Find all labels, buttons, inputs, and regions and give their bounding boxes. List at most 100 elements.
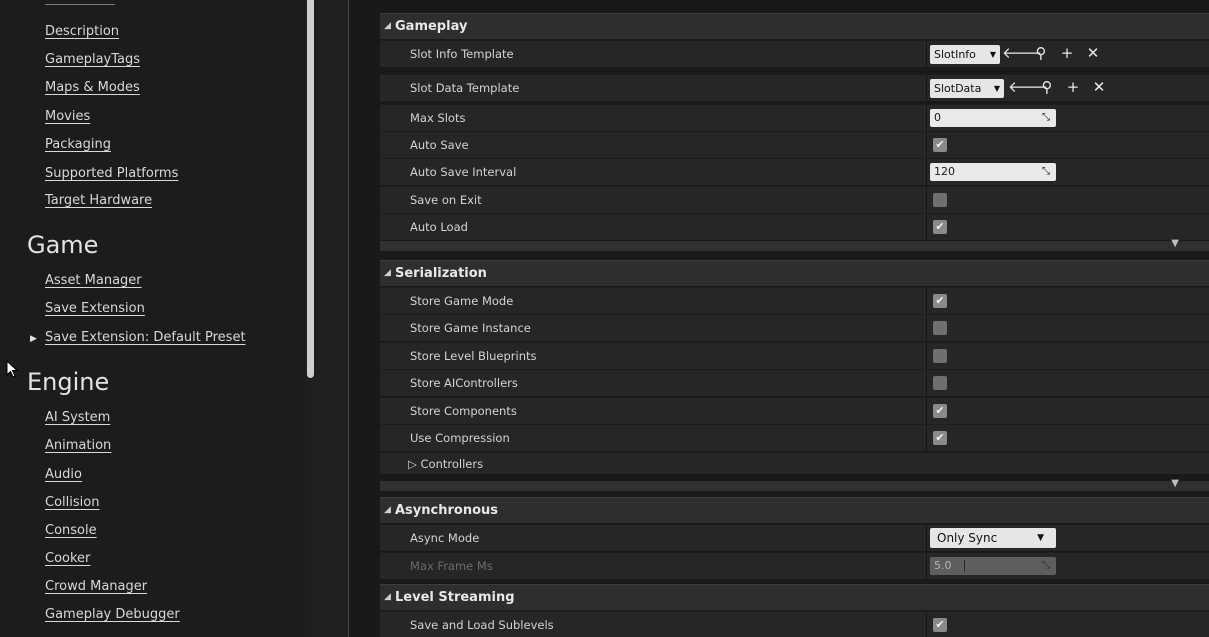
sidebar-item-ai-system[interactable]: AI System [45, 410, 110, 425]
sidebar-item-console[interactable]: Console [45, 523, 97, 538]
column-splitter[interactable] [926, 525, 927, 552]
number-value: 120 [934, 165, 955, 178]
property-row-max-slots: Max Slots 0 ⤡ [380, 104, 1209, 132]
max-slots-input[interactable]: 0 ⤡ [930, 109, 1056, 127]
sidebar-scrollbar-thumb[interactable] [307, 0, 314, 378]
property-label: Slot Data Template [410, 81, 520, 95]
property-label: Max Slots [410, 111, 466, 125]
asset-tools-slot-data: 🡐⚲ + ✕ [1008, 77, 1112, 96]
sidebar-item-collision[interactable]: Collision [45, 495, 99, 510]
sidebar-item-gameplaytags[interactable]: GameplayTags [45, 52, 140, 67]
column-splitter[interactable] [926, 75, 927, 102]
async-mode-dropdown[interactable]: Only Sync ▼ [930, 528, 1056, 548]
section-expanded-icon: ◢ [384, 505, 391, 515]
property-row-auto-save: Auto Save ✔ [380, 131, 1209, 159]
add-icon[interactable]: + [1060, 78, 1086, 96]
max-frame-ms-input: 5.0 ⤡ [930, 557, 1056, 575]
sidebar-item-target-hardware[interactable]: Target Hardware [45, 193, 152, 208]
sidebar-item-supported-platforms[interactable]: Supported Platforms [45, 166, 178, 181]
clear-icon[interactable]: ✕ [1080, 44, 1106, 62]
sidebar-item-animation[interactable]: Animation [45, 438, 111, 453]
sidebar-item-maps-modes[interactable]: Maps & Modes [45, 80, 140, 95]
property-label: Auto Save Interval [410, 165, 517, 179]
column-splitter[interactable] [926, 105, 927, 132]
spinner-icon[interactable]: ⤡ [1042, 163, 1050, 181]
store-ai-controllers-checkbox[interactable] [933, 376, 947, 390]
column-splitter[interactable] [926, 612, 927, 637]
property-label: Max Frame Ms [410, 559, 493, 573]
sidebar-item-packaging[interactable]: Packaging [45, 137, 111, 152]
controllers-expander[interactable]: ▷ Controllers [408, 457, 483, 471]
auto-save-interval-input[interactable]: 120 ⤡ [930, 163, 1056, 181]
column-splitter[interactable] [926, 187, 927, 214]
sidebar-truncated-link[interactable] [45, 0, 115, 5]
save-on-exit-checkbox[interactable] [933, 193, 947, 207]
column-splitter[interactable] [926, 315, 927, 342]
sidebar-item-description[interactable]: Description [45, 24, 119, 39]
store-game-mode-checkbox[interactable]: ✔ [933, 294, 947, 308]
column-splitter[interactable] [926, 41, 927, 68]
category-asynchronous[interactable]: ◢ Asynchronous [380, 497, 1209, 523]
browse-icon[interactable]: ⚲ [1028, 44, 1054, 62]
dropdown-value: Only Sync [937, 531, 998, 545]
auto-save-checkbox[interactable]: ✔ [933, 138, 947, 152]
use-selected-icon[interactable]: 🡐 [1002, 43, 1042, 62]
category-gameplay[interactable]: ◢ Gameplay [380, 13, 1209, 39]
column-splitter[interactable] [926, 288, 927, 315]
use-selected-icon[interactable]: 🡐 [1008, 77, 1048, 96]
slot-info-class-picker[interactable]: SlotInfo ▼ [930, 45, 1000, 64]
class-picker-value: SlotInfo [934, 48, 976, 61]
column-splitter[interactable] [926, 132, 927, 159]
sidebar-item-audio[interactable]: Audio [45, 467, 82, 482]
column-splitter[interactable] [926, 553, 927, 580]
mouse-cursor-icon [6, 360, 19, 378]
slot-data-class-picker[interactable]: SlotData ▼ [930, 79, 1004, 98]
column-splitter[interactable] [926, 370, 927, 397]
section-expanded-icon: ◢ [384, 268, 391, 278]
class-picker-value: SlotData [934, 82, 982, 95]
sidebar-item-crowd-manager[interactable]: Crowd Manager [45, 579, 147, 594]
sidebar-item-save-extension-default-preset[interactable]: Save Extension: Default Preset [45, 330, 246, 345]
expand-advanced-icon[interactable]: ▼ [1171, 238, 1179, 249]
spinner-icon[interactable]: ⤡ [1042, 109, 1050, 127]
store-game-instance-checkbox[interactable] [933, 321, 947, 335]
property-row-controllers[interactable]: ▷ Controllers [380, 452, 1209, 474]
property-row-store-game-mode: Store Game Mode ✔ [380, 287, 1209, 315]
sidebar-header-engine: Engine [27, 368, 110, 396]
clear-icon[interactable]: ✕ [1086, 78, 1112, 96]
property-row-async-mode: Async Mode Only Sync ▼ [380, 524, 1209, 552]
property-row-slot-info-template: Slot Info Template SlotInfo ▼ 🡐⚲ + ✕ [380, 40, 1209, 68]
category-level-streaming[interactable]: ◢ Level Streaming [380, 584, 1209, 610]
sidebar-scrollbar[interactable] [305, 0, 316, 637]
sidebar-item-cooker[interactable]: Cooker [45, 551, 90, 566]
property-row-save-on-exit: Save on Exit [380, 186, 1209, 214]
column-splitter[interactable] [926, 398, 927, 425]
sidebar-item-movies[interactable]: Movies [45, 109, 90, 124]
sidebar-item-asset-manager[interactable]: Asset Manager [45, 273, 142, 288]
expand-advanced-icon[interactable]: ▼ [1171, 478, 1179, 489]
expand-arrow-icon[interactable]: ▶ [30, 334, 37, 344]
browse-icon[interactable]: ⚲ [1034, 78, 1060, 96]
category-title: Gameplay [395, 19, 468, 34]
sidebar-item-save-extension[interactable]: Save Extension [45, 301, 145, 316]
save-and-load-sublevels-checkbox[interactable]: ✔ [933, 618, 947, 632]
chevron-down-icon: ▼ [1037, 533, 1044, 543]
column-splitter[interactable] [926, 425, 927, 452]
property-row-use-compression: Use Compression ✔ [380, 424, 1209, 452]
number-value: 5.0 [934, 559, 952, 572]
property-row-slot-data-template: Slot Data Template SlotData ▼ 🡐⚲ + ✕ [380, 74, 1209, 102]
sidebar-item-gameplay-debugger[interactable]: Gameplay Debugger [45, 607, 180, 622]
column-splitter[interactable] [926, 214, 927, 241]
auto-load-checkbox[interactable]: ✔ [933, 220, 947, 234]
use-compression-checkbox[interactable]: ✔ [933, 431, 947, 445]
slider-marker [964, 560, 965, 572]
category-footer-serialization[interactable]: ▼ [380, 478, 1209, 491]
column-splitter[interactable] [926, 159, 927, 186]
category-serialization[interactable]: ◢ Serialization [380, 260, 1209, 286]
store-level-blueprints-checkbox[interactable] [933, 349, 947, 363]
store-components-checkbox[interactable]: ✔ [933, 404, 947, 418]
column-splitter[interactable] [926, 343, 927, 370]
property-label: Store Level Blueprints [410, 349, 537, 363]
category-footer-gameplay[interactable]: ▼ [380, 238, 1209, 251]
add-icon[interactable]: + [1054, 44, 1080, 62]
